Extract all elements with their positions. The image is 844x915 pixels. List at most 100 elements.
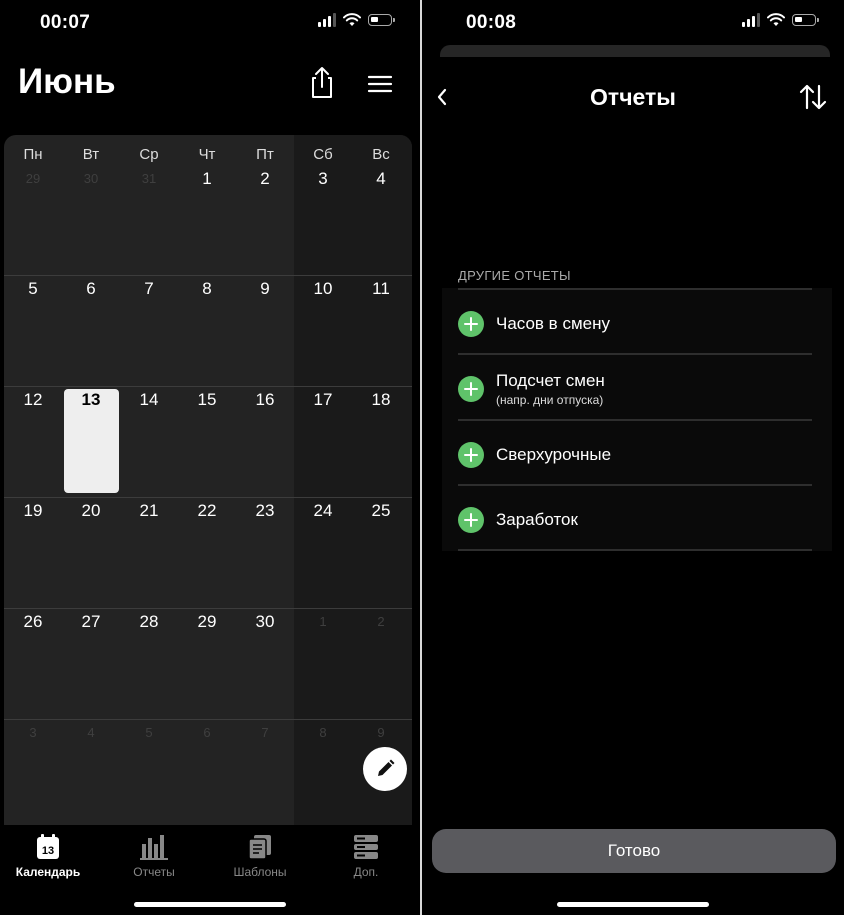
day-number: 2 <box>260 169 270 188</box>
calendar-day[interactable]: 2 <box>352 609 410 719</box>
calendar-day[interactable]: 25 <box>352 498 410 608</box>
day-number: 18 <box>371 390 391 409</box>
tab-label: Отчеты <box>133 865 175 879</box>
section-header: ДРУГИЕ ОТЧЕТЫ <box>458 268 571 283</box>
calendar-day[interactable]: 14 <box>120 387 178 497</box>
calendar-day[interactable]: 15 <box>178 387 236 497</box>
calendar-day[interactable]: 22 <box>178 498 236 608</box>
status-time: 00:08 <box>466 12 517 33</box>
weekday-label: Пн <box>23 146 43 163</box>
tab-templates[interactable]: Шаблоны <box>210 832 310 879</box>
calendar-day[interactable]: 7 <box>236 720 294 825</box>
calendar-day-today[interactable]: 13 <box>62 387 120 497</box>
calendar-day[interactable]: 7 <box>120 276 178 386</box>
calendar-day[interactable]: 6 <box>178 720 236 825</box>
day-number: 22 <box>197 501 217 520</box>
calendar-day[interactable]: 8 <box>294 720 352 825</box>
tab-calendar[interactable]: 13 Календарь <box>0 832 98 879</box>
calendar-day[interactable]: 28 <box>120 609 178 719</box>
tab-more[interactable]: Доп. <box>316 832 416 879</box>
day-number: 23 <box>255 501 275 520</box>
list-item-label: Часов в смену <box>496 314 610 333</box>
day-number: 9 <box>377 725 385 740</box>
sort-icon[interactable] <box>798 82 828 112</box>
day-number: 14 <box>139 390 159 409</box>
day-number: 6 <box>203 725 211 740</box>
add-icon <box>458 376 484 402</box>
list-item-earnings[interactable]: Заработок <box>458 484 812 551</box>
calendar-day[interactable]: 30 <box>236 609 294 719</box>
day-number: 17 <box>313 390 333 409</box>
calendar-day[interactable]: 30 <box>62 166 120 275</box>
calendar-day[interactable]: 20 <box>62 498 120 608</box>
calendar-day[interactable]: 24 <box>294 498 352 608</box>
calendar-day[interactable]: 5 <box>4 276 62 386</box>
list-item-hours-per-shift[interactable]: Часов в смену <box>458 288 812 355</box>
reports-list: Часов в смену Подсчет смен (напр. дни от… <box>442 288 832 551</box>
day-number: 1 <box>202 169 212 188</box>
day-number: 21 <box>139 501 159 520</box>
tab-reports[interactable]: Отчеты <box>104 832 204 879</box>
calendar-day[interactable]: 5 <box>120 720 178 825</box>
day-number: 5 <box>145 725 153 740</box>
calendar-day[interactable]: 18 <box>352 387 410 497</box>
calendar-week-row: 29 30 31 1 2 3 4 <box>4 166 412 275</box>
weekday-label: Пт <box>256 146 274 163</box>
calendar-day[interactable]: 19 <box>4 498 62 608</box>
calendar-day[interactable]: 10 <box>294 276 352 386</box>
list-item-shift-count[interactable]: Подсчет смен (напр. дни отпуска) <box>458 353 812 420</box>
calendar-day[interactable]: 9 <box>236 276 294 386</box>
wifi-icon <box>767 13 785 26</box>
wifi-icon <box>343 13 361 26</box>
calendar-day[interactable]: 29 <box>178 609 236 719</box>
calendar-day[interactable]: 29 <box>4 166 62 275</box>
calendar-day[interactable]: 4 <box>352 166 410 275</box>
day-number: 24 <box>313 501 333 520</box>
calendar-day[interactable]: 21 <box>120 498 178 608</box>
calendar-day[interactable]: 26 <box>4 609 62 719</box>
calendar-screen: 00:07 Июнь Пн Вт Ср Чт Пт Сб Вс 29 30 31 1 2 3 4 5 6 7 8… <box>0 0 420 915</box>
home-indicator <box>134 902 286 907</box>
day-number: 16 <box>255 390 275 409</box>
calendar-day[interactable]: 23 <box>236 498 294 608</box>
day-number: 13 <box>81 390 101 409</box>
calendar-day[interactable]: 17 <box>294 387 352 497</box>
calendar-day[interactable]: 11 <box>352 276 410 386</box>
menu-icon[interactable] <box>366 72 394 96</box>
day-number: 8 <box>202 279 212 298</box>
done-button[interactable]: Готово <box>432 829 836 873</box>
calendar-day[interactable]: 12 <box>4 387 62 497</box>
calendar-day[interactable]: 6 <box>62 276 120 386</box>
documents-icon <box>248 835 271 860</box>
calendar-day[interactable]: 4 <box>62 720 120 825</box>
tab-bar: 13 Календарь Отчеты Шаблоны Доп. <box>0 825 420 915</box>
calendar-day[interactable]: 2 <box>236 166 294 275</box>
calendar-day[interactable]: 3 <box>294 166 352 275</box>
calendar-grid: 29 30 31 1 2 3 4 5 6 7 8 9 10 11 12 13 14 15 16 17 18 19 20 21 2… <box>4 166 412 825</box>
edit-button[interactable] <box>363 747 407 791</box>
add-icon <box>458 442 484 468</box>
home-indicator <box>557 902 709 907</box>
day-number: 3 <box>29 725 37 740</box>
tab-label: Шаблоны <box>233 865 287 879</box>
calendar-day[interactable]: 27 <box>62 609 120 719</box>
share-icon[interactable] <box>306 64 338 100</box>
calendar-day[interactable]: 3 <box>4 720 62 825</box>
add-icon <box>458 507 484 533</box>
calendar-day[interactable]: 16 <box>236 387 294 497</box>
calendar-day[interactable]: 1 <box>178 166 236 275</box>
calendar-day[interactable]: 31 <box>120 166 178 275</box>
day-number: 12 <box>23 390 43 409</box>
list-item-overtime[interactable]: Сверхурочные <box>458 419 812 486</box>
list-item-label: Заработок <box>496 510 578 529</box>
day-number: 8 <box>319 725 327 740</box>
day-number: 9 <box>260 279 270 298</box>
day-number: 7 <box>261 725 269 740</box>
add-icon <box>458 311 484 337</box>
calendar-day[interactable]: 8 <box>178 276 236 386</box>
day-number: 1 <box>319 614 327 629</box>
nav-title: Отчеты <box>590 84 676 110</box>
status-time: 00:07 <box>40 12 91 33</box>
calendar-day[interactable]: 1 <box>294 609 352 719</box>
day-number: 29 <box>25 171 41 186</box>
